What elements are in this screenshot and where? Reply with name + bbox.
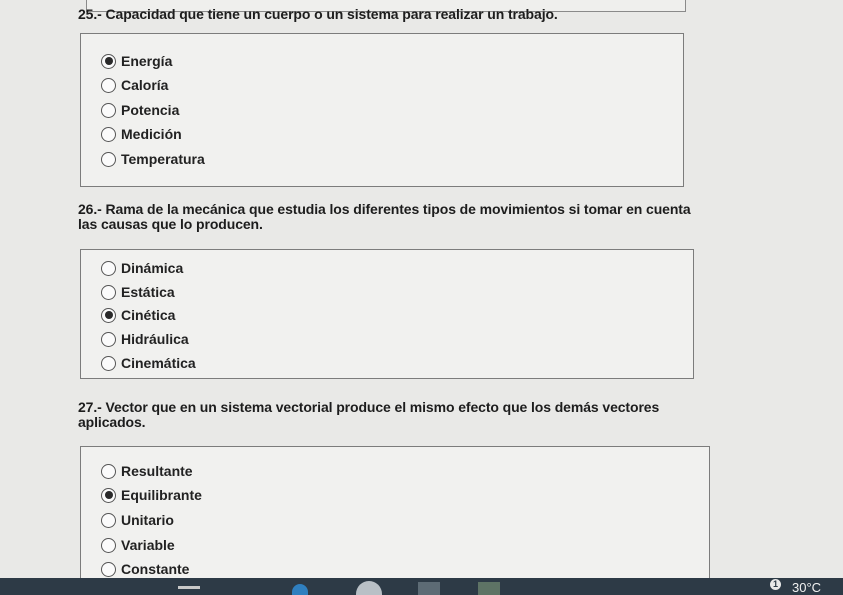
option-energia[interactable]: Energía [101, 53, 172, 69]
option-hidraulica[interactable]: Hidráulica [101, 331, 189, 347]
option-label: Hidráulica [121, 331, 189, 347]
radio-button[interactable] [101, 355, 116, 371]
radio-button[interactable] [101, 561, 116, 577]
option-label: Potencia [121, 102, 180, 118]
chrome-icon[interactable] [356, 581, 382, 595]
excel-icon[interactable] [478, 582, 500, 595]
option-label: Variable [121, 537, 175, 553]
option-label: Estática [121, 284, 175, 300]
radio-button[interactable] [101, 102, 116, 118]
option-estatica[interactable]: Estática [101, 284, 175, 300]
question-26: 26.- Rama de la mecánica que estudia los… [78, 202, 693, 232]
notification-badge[interactable]: 1 [770, 579, 781, 590]
radio-button[interactable] [101, 151, 116, 167]
question-text: 25.- Capacidad que tiene un cuerpo o un … [78, 6, 558, 22]
radio-button[interactable] [101, 463, 116, 479]
option-label: Cinética [121, 307, 176, 323]
option-label: Resultante [121, 463, 193, 479]
option-resultante[interactable]: Resultante [101, 463, 193, 479]
option-label: Constante [121, 561, 190, 577]
radio-button[interactable] [101, 331, 116, 347]
option-label: Caloría [121, 77, 169, 93]
option-label: Unitario [121, 512, 174, 528]
weather-temperature[interactable]: 30°C [792, 580, 821, 595]
question-27: 27.- Vector que en un sistema vectorial … [78, 400, 678, 430]
option-label: Energía [121, 53, 173, 69]
radio-button[interactable] [101, 126, 116, 142]
option-label: Equilibrante [121, 487, 202, 503]
option-label: Dinámica [121, 260, 184, 276]
word-icon[interactable] [418, 582, 440, 595]
option-constante[interactable]: Constante [101, 561, 189, 577]
option-medicion[interactable]: Medición [101, 126, 182, 142]
radio-button[interactable] [101, 512, 116, 528]
option-caloria[interactable]: Caloría [101, 77, 168, 93]
options-group-27: Resultante Equilibrante Unitario Variabl… [80, 446, 710, 586]
file-explorer-icon[interactable] [178, 586, 200, 589]
radio-button[interactable] [101, 77, 116, 93]
option-equilibrante[interactable]: Equilibrante [101, 487, 202, 503]
option-label: Medición [121, 126, 182, 142]
option-temperatura[interactable]: Temperatura [101, 151, 205, 167]
radio-button[interactable] [101, 53, 116, 69]
option-cinematica[interactable]: Cinemática [101, 355, 196, 371]
radio-button[interactable] [101, 284, 116, 300]
radio-button[interactable] [101, 537, 116, 553]
radio-button[interactable] [101, 487, 116, 503]
options-group-26: Dinámica Estática Cinética Hidráulica Ci… [80, 249, 694, 379]
option-cinetica[interactable]: Cinética [101, 307, 175, 323]
option-label: Temperatura [121, 151, 205, 167]
option-variable[interactable]: Variable [101, 537, 175, 553]
edge-icon[interactable] [292, 584, 308, 595]
option-dinamica[interactable]: Dinámica [101, 260, 183, 276]
radio-button[interactable] [101, 260, 116, 276]
taskbar: 1 30°C [0, 578, 843, 595]
radio-button[interactable] [101, 307, 116, 323]
option-potencia[interactable]: Potencia [101, 102, 179, 118]
options-group-25: Energía Caloría Potencia Medición Temper… [80, 33, 684, 187]
question-text: 26.- Rama de la mecánica que estudia los… [78, 201, 691, 232]
option-unitario[interactable]: Unitario [101, 512, 174, 528]
question-25: 25.- Capacidad que tiene un cuerpo o un … [78, 7, 688, 22]
option-label: Cinemática [121, 355, 196, 371]
question-text: 27.- Vector que en un sistema vectorial … [78, 399, 660, 430]
